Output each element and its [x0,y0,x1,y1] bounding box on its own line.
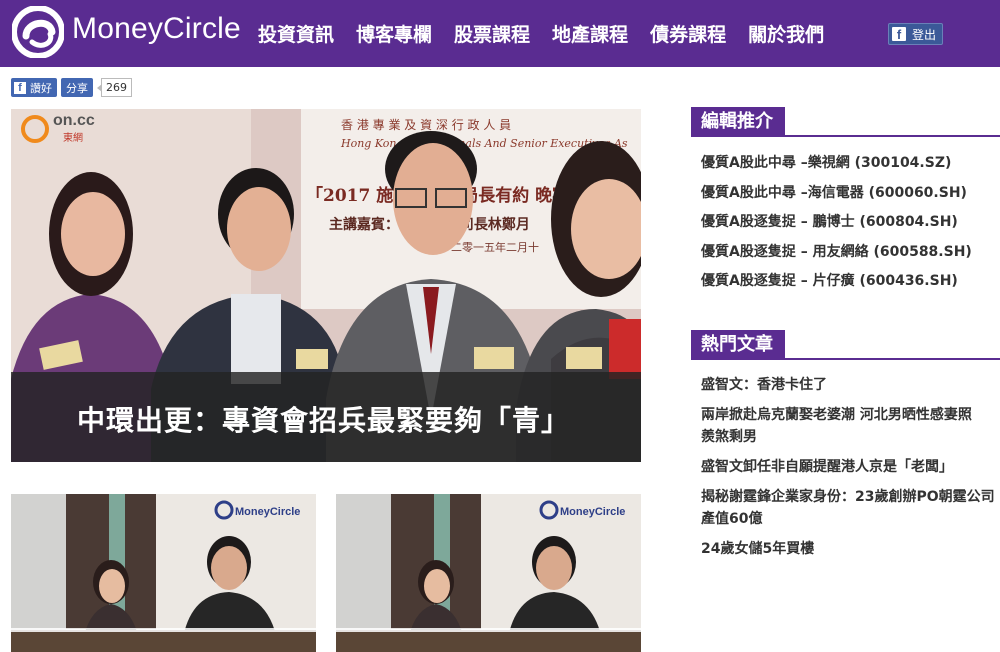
video-thumbnail[interactable]: MoneyCircle [11,494,316,652]
hot-articles-list: 盛智文：香港卡住了 兩岸掀赴烏克蘭娶老婆潮 河北男晒性感妻照 羨煞剩男 盛智文卸… [701,374,996,568]
nav-item-bond-course[interactable]: 債券課程 [650,20,726,47]
list-item: 優質A股此中尋 –樂視網 (300104.SZ) [701,152,996,182]
share-count: 269 [97,78,132,97]
hot-article-link[interactable]: 24歲女儲5年買樓 [701,541,814,557]
editor-pick-link[interactable]: 優質A股此中尋 –樂視網 (300104.SZ) [701,155,951,171]
svg-text:MoneyCircle: MoneyCircle [235,506,300,518]
hot-article-link[interactable]: 盛智文：香港卡住了 [701,377,827,393]
list-item: 24歲女儲5年買樓 [701,538,996,560]
facebook-share-button[interactable]: 分享 [61,78,93,97]
svg-text:MoneyCircle: MoneyCircle [560,506,625,518]
logout-label: 登出 [912,27,937,42]
hot-article-link[interactable]: 盛智文卸任非自願提醒港人京是「老闆」 [701,459,953,475]
nav-item-investment-info[interactable]: 投資資訊 [258,20,334,47]
nav-item-about-us[interactable]: 關於我們 [748,20,824,47]
editor-pick-link[interactable]: 優質A股逐隻捉 – 用友網絡 (600588.SH) [701,244,972,260]
like-label: 讚好 [30,81,52,95]
editor-picks-title: 編輯推介 [691,107,785,137]
nav-item-stock-course[interactable]: 股票課程 [454,20,530,47]
share-label: 分享 [66,81,88,95]
hero-title[interactable]: 中環出更：專資會招兵最緊要夠「青」 [77,399,570,439]
nav-item-property-course[interactable]: 地產課程 [552,20,628,47]
video-still: MoneyCircle [336,494,641,652]
hot-article-link[interactable]: 揭秘謝霆鋒企業家身份：23歲創辦PO朝霆公司產值60億 [701,489,995,527]
nav-item-blog-column[interactable]: 博客專欄 [356,20,432,47]
svg-text:on.cc: on.cc [53,112,95,129]
list-item: 優質A股逐隻捉 – 片仔癀 (600436.SH) [701,270,996,300]
list-item: 盛智文卸任非自願提醒港人京是「老闆」 [701,456,996,478]
main-nav: 投資資訊 博客專欄 股票課程 地產課程 債券課程 關於我們 [258,20,846,47]
list-item: 優質A股逐隻捉 – 用友網絡 (600588.SH) [701,241,996,271]
facebook-logout-button[interactable]: f 登出 [888,23,943,45]
list-item: 優質A股此中尋 –海信電器 (600060.SH) [701,182,996,212]
editor-pick-link[interactable]: 優質A股此中尋 –海信電器 (600060.SH) [701,185,967,201]
facebook-icon: f [14,81,26,94]
facebook-icon: f [892,27,906,42]
editor-pick-link[interactable]: 優質A股逐隻捉 – 片仔癀 (600436.SH) [701,273,958,289]
svg-text:東網: 東網 [63,131,83,144]
list-item: 盛智文：香港卡住了 [701,374,996,396]
banner-line-5: 二零一五年二月十 [451,240,539,254]
video-still: MoneyCircle [11,494,316,652]
site-header: MoneyCircle 投資資訊 博客專欄 股票課程 地產課程 債券課程 關於我… [0,0,1000,67]
banner-line-1: 香 港 專 業 及 資 深 行 政 人 員 [341,118,511,132]
moneycircle-logo-icon[interactable] [12,6,64,58]
hot-articles-header: 熱門文章 [691,330,1000,360]
hot-articles-title: 熱門文章 [691,330,785,360]
facebook-like-button[interactable]: f 讚好 [11,78,57,97]
logo-wordmark[interactable]: MoneyCircle [72,12,241,46]
hero-article[interactable]: 香 港 專 業 及 資 深 行 政 人 員 Hong Kong Professi… [11,109,641,462]
list-item: 兩岸掀赴烏克蘭娶老婆潮 河北男晒性感妻照 羨煞剩男 [701,404,996,448]
editor-picks-header: 編輯推介 [691,107,1000,137]
editor-pick-link[interactable]: 優質A股逐隻捉 – 鵬博士 (600804.SH) [701,214,958,230]
list-item: 揭秘謝霆鋒企業家身份：23歲創辦PO朝霆公司產值60億 [701,486,996,530]
social-bar: f 讚好 分享 269 [11,78,132,97]
editor-picks-list: 優質A股此中尋 –樂視網 (300104.SZ) 優質A股此中尋 –海信電器 (… [701,152,996,300]
video-thumbnail[interactable]: MoneyCircle [336,494,641,652]
list-item: 優質A股逐隻捉 – 鵬博士 (600804.SH) [701,211,996,241]
hot-article-link[interactable]: 兩岸掀赴烏克蘭娶老婆潮 河北男晒性感妻照 羨煞剩男 [701,407,986,445]
